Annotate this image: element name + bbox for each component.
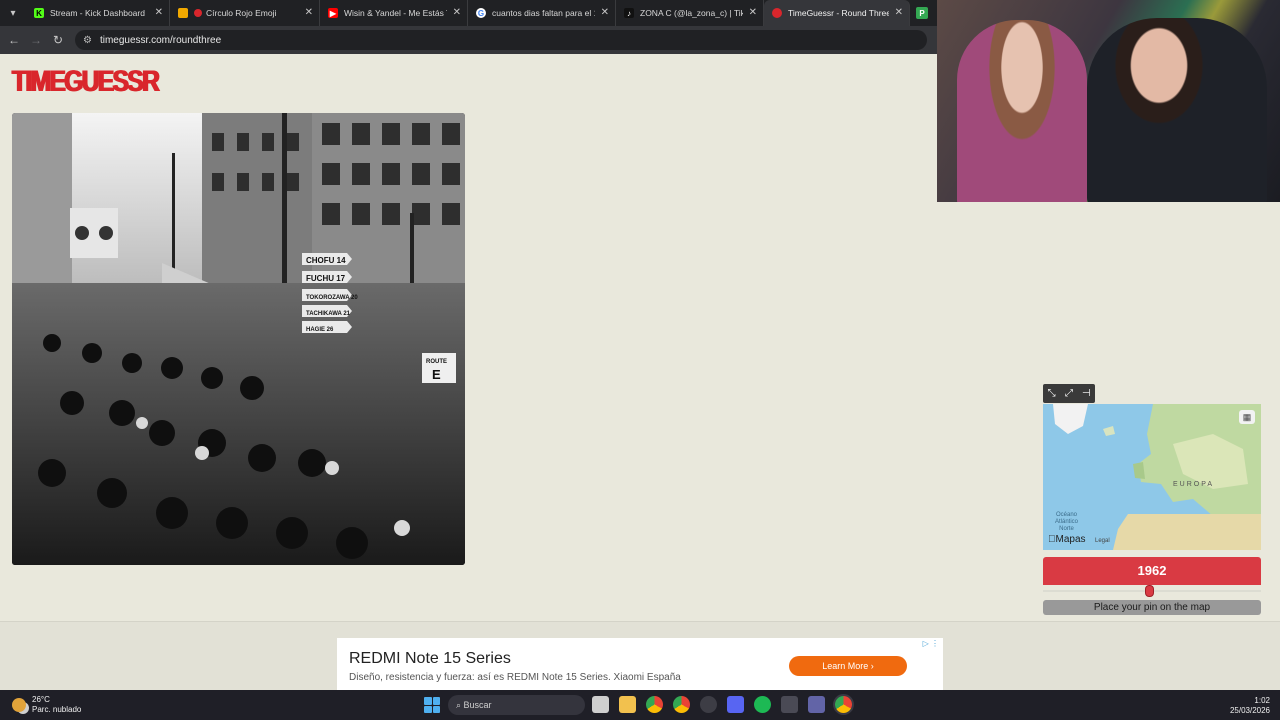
year-slider-handle[interactable]: [1145, 585, 1154, 597]
partly-cloudy-icon: [12, 698, 26, 712]
map-type-icon[interactable]: ▦: [1239, 410, 1255, 424]
sign-hagie: HAGIE 26: [306, 327, 334, 333]
year-slider[interactable]: [1043, 585, 1261, 597]
guess-map[interactable]: ▦ EUROPA Océano Atlántico Norte Mapas L…: [1043, 404, 1261, 550]
spotify-icon[interactable]: [754, 696, 771, 713]
tab-title: ZONA C (@la_zona_c) | TikTok: [640, 8, 743, 18]
back-arrow-icon[interactable]: ←: [3, 33, 25, 47]
search-placeholder: Buscar: [463, 700, 492, 710]
close-icon[interactable]: ✕: [601, 7, 609, 18]
youtube-icon: ▶: [328, 8, 338, 18]
kick-icon: K: [34, 8, 44, 18]
teams-icon[interactable]: [808, 696, 825, 713]
map-region-label: EUROPA: [1173, 481, 1215, 488]
file-explorer-icon[interactable]: [619, 696, 636, 713]
timeguessr-icon: [772, 8, 782, 18]
shrink-map-icon[interactable]: ⤡: [1045, 388, 1058, 399]
google-icon: G: [476, 8, 486, 18]
close-icon[interactable]: ✕: [749, 7, 757, 18]
tab-title: Círculo Rojo Emoji: [206, 8, 277, 18]
sign-tachikawa: TACHIKAWA 21: [306, 311, 351, 317]
reload-icon[interactable]: ↻: [47, 33, 69, 47]
webcam-overlay: [937, 0, 1280, 202]
sign-fuchu: FUCHU 17: [306, 274, 346, 283]
browser-tab-bar: ▾ K Stream - Kick Dashboard ✕ Círculo Ro…: [0, 0, 937, 26]
weather-widget[interactable]: 26°C Parc. nublado: [12, 695, 81, 715]
tab-title: cuantos dias faltan para el 19 d: [492, 8, 595, 18]
expand-map-icon[interactable]: ⤢: [1062, 388, 1075, 399]
close-icon[interactable]: ✕: [895, 7, 903, 18]
route-sign: ROUTE: [426, 359, 447, 365]
ad-choices-icon[interactable]: ▷ ⋮: [923, 639, 939, 648]
discord-icon[interactable]: [727, 696, 744, 713]
clock-date: 25/03/2026: [1229, 706, 1270, 715]
tab-kick-dashboard[interactable]: K Stream - Kick Dashboard ✕: [26, 0, 170, 26]
streamer-left: [957, 20, 1087, 202]
tab-title: Wisin & Yandel - Me Estás Tenta: [344, 8, 447, 18]
chrome-profile-icon[interactable]: [673, 696, 690, 713]
timeguessr-logo[interactable]: TIMEGUESSR: [12, 63, 160, 101]
red-circle-icon: [194, 9, 202, 17]
map-ocean-label: Océano Atlántico Norte: [1055, 512, 1078, 533]
ad-subtitle: Diseño, resistencia y fuerza: así es RED…: [349, 672, 681, 683]
system-clock[interactable]: 1:02 25/03/2026: [1230, 696, 1270, 716]
chrome-icon[interactable]: [646, 696, 663, 713]
photo-drawing: CHOFU 14 FUCHU 17 TOKOROZAWA 20 TACHIKAW…: [12, 113, 465, 565]
tab-tiktok[interactable]: ♪ ZONA C (@la_zona_c) | TikTok ✕: [616, 0, 764, 26]
map-legal-link[interactable]: Legal: [1095, 538, 1110, 544]
tab-title: Stream - Kick Dashboard: [50, 8, 145, 18]
tab-circulo-rojo[interactable]: Círculo Rojo Emoji ✕: [170, 0, 320, 26]
address-bar[interactable]: ⚙ timeguessr.com/roundthree: [75, 30, 927, 50]
ad-learn-more-button[interactable]: Learn More ›: [789, 656, 907, 676]
ocean-label-line-1: Océano: [1056, 512, 1078, 518]
apple-icon: : [1048, 534, 1056, 545]
windows-start-icon[interactable]: [424, 697, 440, 713]
chrome-active-icon[interactable]: [835, 696, 852, 713]
round-photo: CHOFU 14 FUCHU 17 TOKOROZAWA 20 TACHIKAW…: [12, 113, 465, 565]
tab-timeguessr[interactable]: TimeGuessr - Round Three ✕: [764, 0, 910, 26]
weather-condition: Parc. nublado: [32, 705, 82, 714]
emoji-site-icon: [178, 8, 188, 18]
app-icon[interactable]: [781, 696, 798, 713]
place-pin-button[interactable]: Place your pin on the map: [1043, 600, 1261, 615]
map-size-controls: ⤡ ⤢ ⊣: [1043, 384, 1095, 403]
sign-chofu: CHOFU 14: [306, 256, 346, 265]
browser-toolbar: ← → ↻ ⚙ timeguessr.com/roundthree: [0, 26, 937, 54]
tiktok-icon: ♪: [624, 8, 634, 18]
pin-map-icon[interactable]: ⊣: [1080, 388, 1093, 399]
chevron-right-icon: ›: [870, 661, 874, 671]
tab-google-search[interactable]: G cuantos dias faltan para el 19 d ✕: [468, 0, 616, 26]
map-brand-text: Mapas: [1048, 534, 1086, 545]
url-text: timeguessr.com/roundthree: [99, 34, 222, 46]
tab-title: TimeGuessr - Round Three: [788, 8, 889, 18]
ad-title[interactable]: REDMI Note 15 Series: [349, 650, 511, 668]
forward-arrow-icon[interactable]: →: [25, 33, 47, 47]
close-icon[interactable]: ✕: [453, 7, 461, 18]
advertisement[interactable]: REDMI Note 15 Series Diseño, resistencia…: [337, 638, 943, 690]
close-icon[interactable]: ✕: [305, 7, 313, 18]
temperature: 26°C: [32, 695, 50, 704]
obs-icon[interactable]: [700, 696, 717, 713]
windows-taskbar: 26°C Parc. nublado ⌕ Buscar 1:02 25/03/2…: [0, 690, 1280, 720]
search-icon: ⌕: [456, 700, 464, 710]
tab-search-menu-icon[interactable]: ▾: [0, 0, 26, 26]
ocean-label-line-2: Atlántico: [1055, 519, 1079, 525]
site-settings-icon[interactable]: ⚙: [83, 35, 92, 46]
ocean-label-line-3: Norte: [1059, 526, 1074, 532]
taskbar-search[interactable]: ⌕ Buscar: [448, 695, 585, 715]
year-display: 1962: [1043, 557, 1261, 585]
task-view-icon[interactable]: [592, 696, 609, 713]
ad-cta-label: Learn More: [822, 661, 869, 671]
apple-maps-brand: Mapas: [1048, 534, 1086, 545]
route-sign-letter: E: [432, 367, 441, 382]
streamer-right: [1087, 18, 1267, 202]
close-icon[interactable]: ✕: [155, 7, 163, 18]
extension-tab-icon[interactable]: P: [916, 7, 928, 19]
tab-youtube[interactable]: ▶ Wisin & Yandel - Me Estás Tenta ✕: [320, 0, 468, 26]
sign-tokorozawa: TOKOROZAWA 20: [306, 295, 358, 301]
clock-time: 1:02: [1254, 696, 1270, 705]
